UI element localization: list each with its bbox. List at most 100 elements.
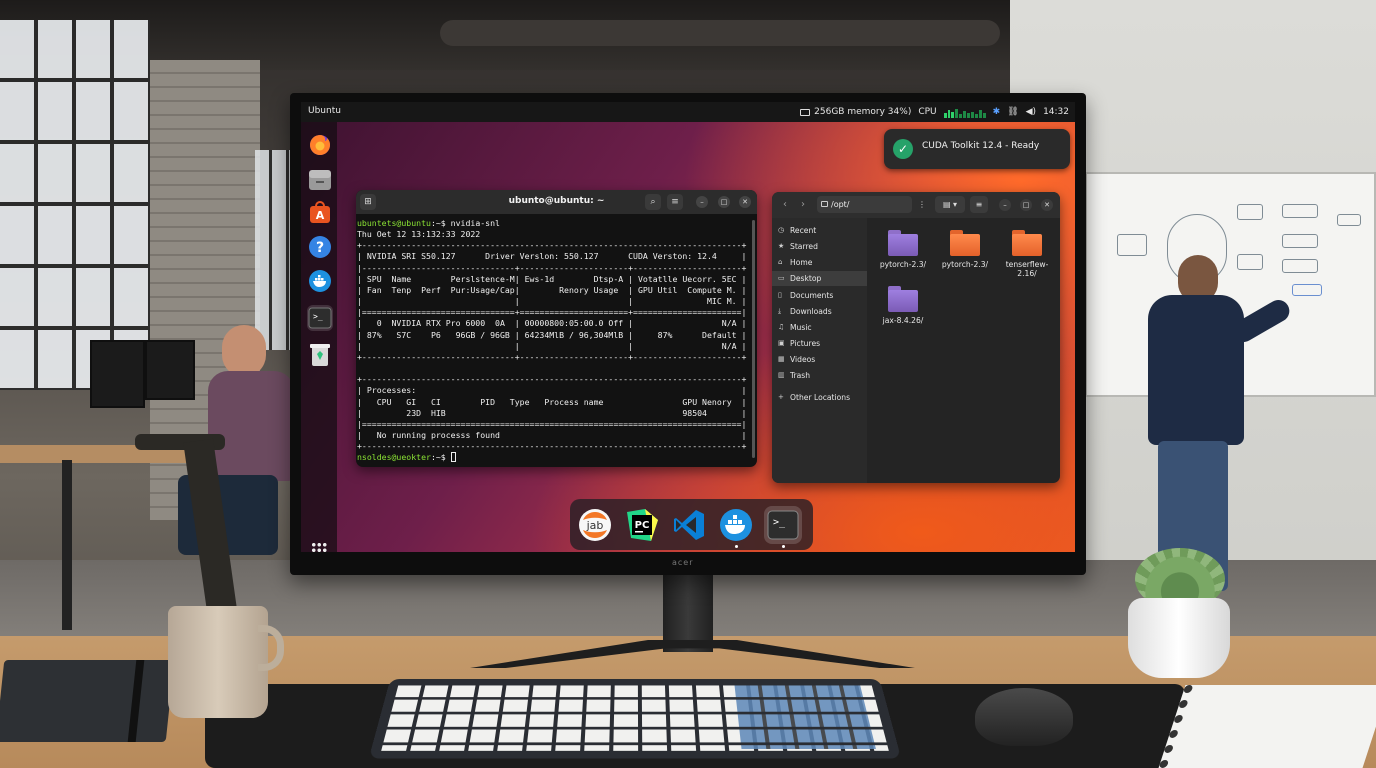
minimize-icon[interactable]: – [999, 199, 1011, 211]
system-tray[interactable]: 256GB memory 34%) CPU ✱ ⛓ ◀) 14:32 [800, 102, 1069, 122]
memory-indicator[interactable]: 256GB memory 34%) [800, 107, 911, 117]
spiral-notepad [1158, 685, 1376, 768]
menu-icon[interactable]: ≡ [667, 194, 683, 210]
network-icon[interactable]: ⛓ [1007, 107, 1018, 117]
sidebar-item-label: Documents [790, 291, 834, 300]
path-bar[interactable]: /opt/ [817, 196, 912, 213]
sidebar-item-home[interactable]: ⌂ Home [772, 255, 867, 270]
star-icon: ★ [778, 242, 785, 250]
prompt-suffix: :~$ [430, 452, 451, 463]
person-at-whiteboard [1140, 255, 1294, 595]
sidebar-item-recent[interactable]: ◷ Recent [772, 223, 867, 238]
volume-icon[interactable]: ◀) [1026, 107, 1036, 117]
terminal-line: | 23D HIB 98504 | [357, 407, 747, 418]
desk-leg [62, 460, 72, 630]
folder-item[interactable]: pytorch-2.3/ [935, 224, 995, 284]
top-bar: Ubuntu 256GB memory 34%) CPU ✱ ⛓ ◀) 14:3… [301, 102, 1075, 122]
close-icon[interactable]: ✕ [1041, 199, 1053, 211]
sidebar-item-music[interactable]: ♫ Music [772, 320, 867, 335]
sidebar-item-label: Trash [790, 371, 811, 380]
app-center-icon[interactable]: A [307, 200, 333, 226]
search-icon[interactable]: ⌕ [645, 194, 661, 210]
close-icon[interactable]: ✕ [739, 196, 751, 208]
terminal-scrollbar[interactable] [752, 220, 755, 458]
show-apps-icon[interactable] [311, 542, 327, 552]
terminal-icon[interactable]: >_ [307, 305, 333, 331]
trash-icon[interactable] [307, 342, 333, 368]
docker-icon[interactable] [717, 506, 755, 544]
sidebar-item-label: Videos [790, 355, 816, 364]
terminal-line: | CPU GI CI PID Type Process name GPU Ne… [357, 396, 747, 407]
folder-label: pytorch-2.3/ [941, 260, 989, 269]
file-manager-header[interactable]: ‹ › /opt/ ⋮ ▤ ▾ ≡ – □ ✕ [772, 192, 1060, 218]
terminal-icon[interactable]: >_ [764, 506, 802, 544]
sidebar-item-downloads[interactable]: ⤓ Downloads [772, 304, 867, 319]
path-menu-icon[interactable]: ⋮ [915, 196, 929, 213]
folder-icon [888, 230, 918, 256]
pycharm-icon[interactable]: PC [623, 506, 661, 544]
jupyter-icon[interactable]: jab [576, 506, 614, 544]
terminal-output[interactable]: ubuntets@ubuntu:~$ nvidia-snl Thu Oet 12… [357, 218, 751, 464]
coffee-mug [168, 606, 268, 718]
cpu-graph[interactable] [943, 107, 986, 118]
sidebar-item-trash[interactable]: ▥ Trash [772, 368, 867, 383]
folder-item[interactable]: pytorch-2.3/ [873, 224, 933, 284]
terminal-line: | 0 NVIDIA RTX Pro 6000 0A | 00000800:05… [357, 318, 747, 329]
clock[interactable]: 14:32 [1043, 107, 1069, 117]
desktop-icon: ▭ [778, 274, 785, 282]
notebook [0, 660, 175, 742]
maximize-icon[interactable]: □ [718, 196, 730, 208]
firefox-icon[interactable] [307, 132, 333, 158]
terminal-line: Thu Oet 12 13:132:33 2022 [357, 229, 481, 240]
sidebar-item-videos[interactable]: ▦ Videos [772, 352, 867, 367]
background-monitor [90, 340, 145, 408]
folder-label: pytorch-2.3/ [879, 260, 927, 269]
terminal-line: | 87% S7C P6 96GB / 96GB | 64234MlB / 96… [357, 329, 747, 340]
sidebar-item-label: Starred [790, 242, 818, 251]
prompt-user: ubuntets@ubuntu [357, 218, 431, 228]
sidebar-item-label: Pictures [790, 339, 821, 348]
keyboard [368, 678, 902, 759]
home-icon: ⌂ [778, 258, 783, 266]
terminal-titlebar[interactable]: ⊞ ubunto@ubuntu: ~ ⌕ ≡ – □ ✕ [356, 190, 757, 214]
maximize-icon[interactable]: □ [1020, 199, 1032, 211]
forward-icon[interactable]: › [796, 197, 810, 213]
minimize-icon[interactable]: – [696, 196, 708, 208]
vscode-icon[interactable] [670, 506, 708, 544]
file-manager-window[interactable]: ‹ › /opt/ ⋮ ▤ ▾ ≡ – □ ✕ ◷ Recent ★ Starred… [772, 192, 1060, 483]
bottom-dock: jab PC >_ [570, 499, 813, 550]
help-icon[interactable]: ? [307, 234, 333, 260]
back-icon[interactable]: ‹ [778, 197, 792, 213]
path-text: /opt/ [831, 200, 850, 209]
ceiling-duct [440, 20, 1000, 46]
monitor-brand: acer [672, 558, 694, 567]
sidebar-item-documents[interactable]: ▯ Documents [772, 288, 867, 303]
folder-item[interactable]: tenserflew-2.16/ [997, 224, 1057, 284]
notification[interactable]: ✓ CUDA Toolkit 12.4 - Ready [884, 129, 1070, 169]
document-icon: ▯ [778, 291, 782, 299]
sidebar-item-other-locations[interactable]: + Other Locations [772, 390, 867, 405]
sidebar-item-pictures[interactable]: ▣ Pictures [772, 336, 867, 351]
sidebar-item-desktop[interactable]: ▭ Desktop [772, 271, 867, 286]
terminal-line: +-------------------------------+-------… [357, 351, 747, 362]
terminal-line: |-------------------------------+-------… [357, 262, 747, 273]
activities-label[interactable]: Ubuntu [308, 106, 341, 116]
terminal-window[interactable]: ⊞ ubunto@ubuntu: ~ ⌕ ≡ – □ ✕ ubuntets@ub… [356, 190, 757, 467]
folder-item[interactable]: jax-8.4.26/ [873, 280, 933, 340]
folder-icon [1012, 230, 1042, 256]
mouse [975, 688, 1073, 746]
files-icon[interactable] [307, 167, 333, 193]
trash-icon: ▥ [778, 371, 785, 379]
plant-pot [1128, 598, 1230, 678]
desktop-screen: Ubuntu 256GB memory 34%) CPU ✱ ⛓ ◀) 14:3… [301, 102, 1075, 552]
sidebar-item-starred[interactable]: ★ Starred [772, 239, 867, 254]
view-toggle-icon[interactable]: ▤ ▾ [935, 196, 965, 213]
music-icon: ♫ [778, 323, 785, 331]
bluetooth-icon[interactable]: ✱ [993, 107, 1001, 117]
docker-icon[interactable] [307, 268, 333, 294]
sidebar-item-label: Desktop [790, 274, 822, 283]
menu-icon[interactable]: ≡ [970, 196, 988, 213]
office-window-far [255, 150, 295, 350]
check-icon: ✓ [893, 139, 913, 159]
running-indicator [735, 545, 738, 548]
